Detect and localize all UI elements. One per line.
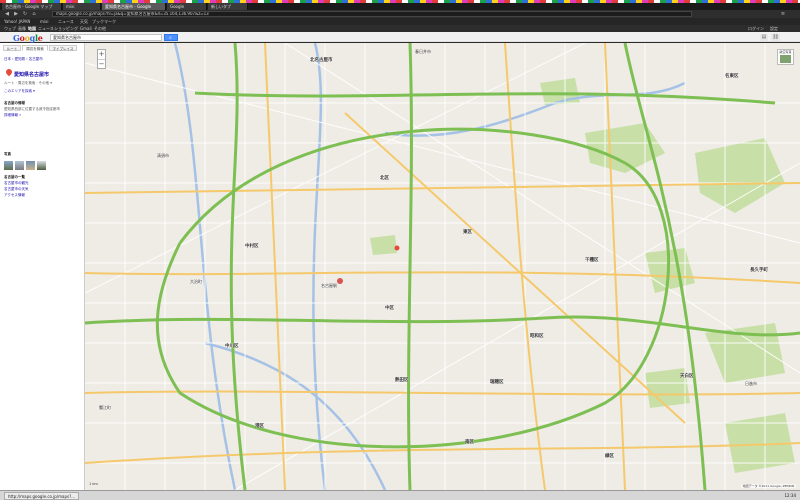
map-label: 中村区: [245, 244, 259, 249]
major-road: [85, 182, 800, 194]
map-label: 清須市: [157, 153, 169, 158]
results-panel: ルート 周辺を検索 マイプレイス 日本 › 愛知県 › 名古屋市 愛知県名古屋市…: [0, 43, 85, 490]
map-label: 東区: [463, 230, 472, 235]
browser-tab[interactable]: mixi: [63, 3, 101, 10]
park-area: [585, 123, 665, 173]
map-attribution: 地図データ ©2011 Google, ZENRIN: [740, 484, 796, 488]
forward-icon[interactable]: ▶: [13, 11, 19, 17]
browser-tab[interactable]: 新しいタブ: [208, 3, 248, 10]
photo-thumbnail[interactable]: [15, 161, 24, 170]
map-label: 天白区: [680, 374, 694, 379]
map-label: 千種区: [585, 258, 599, 263]
browser-toolbar: ◀ ▶ ↻ ⌂ maps.google.co.jp/maps?hl=ja&q=愛…: [0, 10, 800, 18]
search-button[interactable]: ⌕: [164, 34, 178, 41]
back-icon[interactable]: ◀: [4, 11, 10, 17]
map-type-label: 航空写真: [779, 50, 792, 54]
river: [204, 341, 387, 490]
panel-link[interactable]: アクセス情報: [4, 193, 25, 198]
satellite-thumbnail: [780, 55, 791, 63]
zoom-in-button[interactable]: +: [98, 50, 105, 59]
map-label: 北名古屋市: [310, 58, 333, 63]
more-info-link[interactable]: 詳細情報 »: [4, 113, 21, 118]
tab-title: 愛知県名古屋市 - Google: [105, 4, 152, 9]
search-input[interactable]: 愛知県名古屋市: [50, 34, 162, 41]
browser-tab[interactable]: Google: [167, 3, 207, 10]
status-url: http://maps.google.co.jp/maps?...: [4, 492, 80, 500]
zoom-control: + −: [97, 49, 106, 69]
map-label: 北区: [380, 176, 389, 181]
address-bar[interactable]: maps.google.co.jp/maps?hl=ja&q=愛知県名古屋市&l…: [52, 11, 692, 17]
panel-link[interactable]: 名古屋市の観光: [4, 181, 29, 186]
gbar-link[interactable]: Gmail: [80, 26, 92, 31]
map-label: 中区: [385, 306, 394, 311]
result-title[interactable]: 愛知県名古屋市: [14, 71, 49, 78]
tab-nearby[interactable]: 周辺を検索: [22, 45, 48, 51]
tab-strip: 名古屋市 - Google マップ mixi 愛知県名古屋市 - Google …: [0, 0, 800, 10]
tab-title: Google: [170, 4, 185, 9]
maps-header: Google 愛知県名古屋市 ⌕ ▤ ⛓: [0, 32, 800, 43]
map-pin-icon: [4, 67, 14, 77]
breadcrumb[interactable]: 日本 › 愛知県 › 名古屋市: [4, 57, 43, 62]
home-icon[interactable]: ⌂: [31, 11, 37, 17]
result-actions[interactable]: ルート · 周辺を検索 · その他 ▾: [4, 81, 52, 86]
search-icon: ⌕: [169, 35, 172, 41]
panel-link[interactable]: 名古屋市の天気: [4, 187, 29, 192]
info-section-label: 名古屋の情報: [4, 101, 25, 105]
browser-tab-active[interactable]: 愛知県名古屋市 - Google: [102, 3, 166, 10]
browser-tab[interactable]: 名古屋市 - Google マップ: [2, 3, 62, 10]
map-label: 長久手町: [750, 268, 768, 273]
map-label: 蟹江町: [99, 405, 111, 410]
map-label: 中川区: [225, 344, 239, 349]
photo-thumbnail[interactable]: [37, 161, 46, 170]
status-bar: http://maps.google.co.jp/maps?... 12:34: [0, 490, 800, 500]
links-heading: 名古屋の一覧: [4, 175, 25, 179]
map-label: 大治町: [190, 279, 202, 284]
map-label: 春日井市: [415, 49, 431, 54]
map-canvas[interactable]: 北名古屋市 春日井市 名東区 清須市 北区 中村区 東区 名古屋駅 中区 千種区…: [85, 43, 800, 490]
reload-icon[interactable]: ↻: [22, 11, 28, 17]
map-label: 名古屋駅: [321, 283, 337, 288]
map-graphics: [85, 43, 800, 490]
map-type-control[interactable]: 航空写真: [777, 49, 794, 65]
major-road: [85, 390, 800, 396]
explore-link[interactable]: このエリアを探索 ▾: [4, 89, 35, 94]
tab-directions[interactable]: ルート: [3, 45, 21, 51]
map-label: 日進市: [745, 381, 757, 386]
print-icon[interactable]: ▤: [760, 34, 768, 41]
photos-label: 写真: [4, 152, 11, 156]
location-marker: [394, 245, 400, 251]
bookmarks-bar: Yahoo! JAPAN mixi ニュース 天気 ブックマーク: [0, 18, 800, 25]
park-area: [695, 138, 785, 213]
park-area: [370, 235, 397, 255]
browser-window: 名古屋市 - Google マップ mixi 愛知県名古屋市 - Google …: [0, 0, 800, 500]
link-icon[interactable]: ⛓: [771, 34, 780, 41]
google-logo[interactable]: Google: [13, 33, 43, 43]
settings-icon[interactable]: ≡: [780, 11, 786, 17]
zoom-out-button[interactable]: −: [98, 59, 105, 68]
map-label: 熱田区: [395, 378, 409, 383]
tab-title: 新しいタブ: [211, 4, 231, 9]
park-area: [645, 248, 695, 293]
tab-title: 名古屋市 - Google マップ: [5, 4, 53, 9]
map-label: 瑞穂区: [490, 380, 504, 385]
map-label: 南区: [465, 440, 474, 445]
minor-roads: [85, 43, 800, 490]
map-label: 港区: [255, 424, 264, 429]
photo-thumbnail[interactable]: [4, 161, 13, 170]
tab-title: mixi: [66, 4, 75, 9]
map-label: 昭和区: [530, 334, 544, 339]
clock: 12:34: [784, 493, 796, 498]
scale-bar: 1 km: [89, 482, 98, 486]
map-label: 緑区: [605, 454, 614, 459]
map-label: 名東区: [725, 74, 739, 79]
station-marker: [337, 278, 343, 284]
bookmark-item[interactable]: Yahoo! JAPAN: [4, 19, 30, 24]
tab-myplaces[interactable]: マイプレイス: [49, 45, 77, 51]
bookmark-item[interactable]: mixi: [40, 19, 49, 24]
expressway: [85, 315, 800, 337]
logo-letter: e: [37, 33, 43, 43]
photo-thumbnail[interactable]: [26, 161, 35, 170]
info-description: 愛知県西部に位置する政令指定都市: [4, 107, 60, 111]
google-bar: ウェブ 画像 地図 ニュース ショッピング Gmail その他 ログイン 設定: [0, 25, 800, 32]
